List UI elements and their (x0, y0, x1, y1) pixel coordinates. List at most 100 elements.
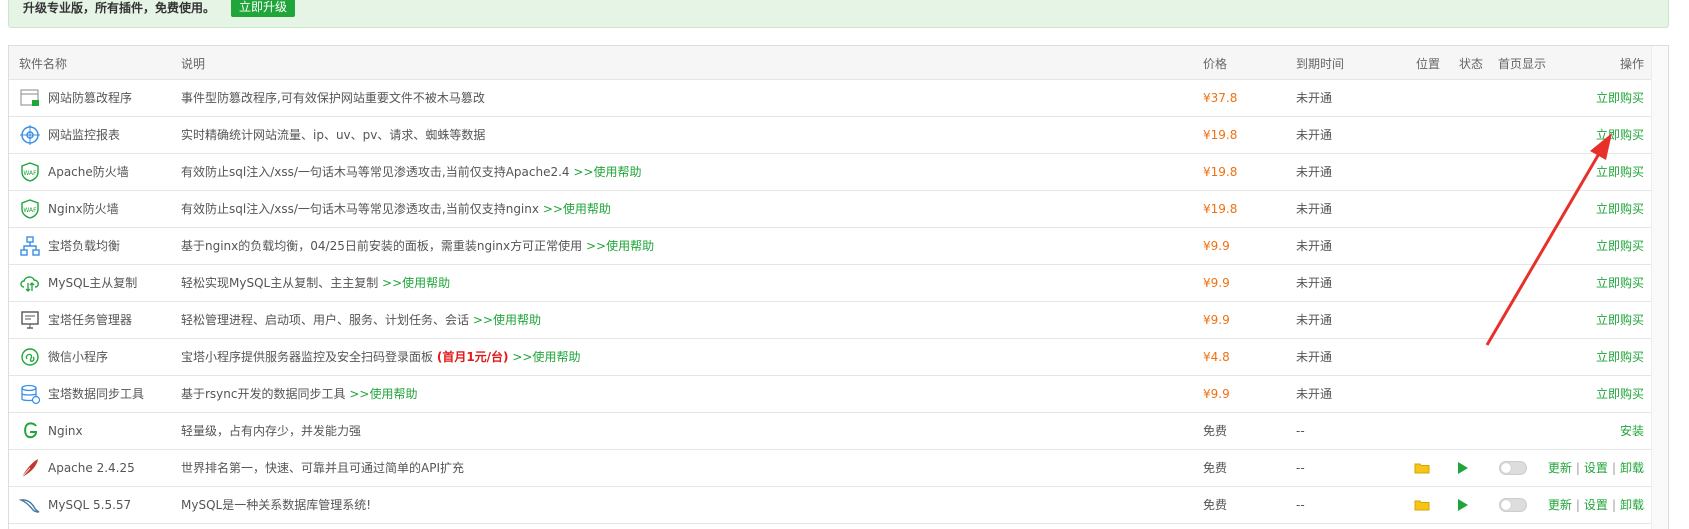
table-row: WAF Nginx防火墙 有效防止sql注入/xss/一句话木马等常见渗透攻击,… (9, 191, 1652, 228)
header-position: 位置 (1416, 57, 1441, 71)
table-row: MySQL主从复制 轻松实现MySQL主从复制、主主复制 >>使用帮助 ¥9.9… (9, 265, 1652, 302)
banner-text: 升级专业版，所有插件，免费使用。 (23, 1, 216, 15)
svg-text:WAF: WAF (23, 170, 37, 177)
software-price: 免费 (1203, 424, 1228, 438)
vertical-scrollbar[interactable] (1651, 46, 1668, 529)
help-link[interactable]: >>使用帮助 (512, 350, 580, 364)
software-name: Nginx (48, 424, 83, 438)
upgrade-banner: 升级专业版，所有插件，免费使用。 立即升级 (8, 0, 1669, 28)
software-expire: 未开通 (1296, 387, 1333, 401)
software-expire: -- (1296, 461, 1305, 475)
upgrade-now-button[interactable]: 立即升级 (231, 0, 296, 17)
software-expire: -- (1296, 424, 1305, 438)
software-name: 网站防篡改程序 (48, 91, 133, 105)
software-name: 宝塔数据同步工具 (48, 387, 145, 401)
software-expire: 未开通 (1296, 313, 1333, 327)
buy-now-link[interactable]: 立即购买 (1596, 376, 1644, 412)
table-row: 网站监控报表 实时精确统计网站流量、ip、uv、pv、请求、蜘蛛等数据 ¥19.… (9, 117, 1652, 154)
home-display-toggle[interactable] (1499, 498, 1527, 512)
buy-now-link[interactable]: 立即购买 (1596, 339, 1644, 375)
settings-link[interactable]: 设置 (1584, 498, 1608, 512)
software-desc: 轻量级，占有内存少，并发能力强 (181, 424, 362, 438)
folder-icon[interactable] (1414, 497, 1430, 513)
software-price: ¥9.9 (1203, 313, 1230, 327)
software-name: 网站监控报表 (48, 128, 121, 142)
buy-now-link[interactable]: 立即购买 (1596, 80, 1644, 116)
mini-program-icon (19, 346, 41, 368)
software-desc: 有效防止sql注入/xss/一句话木马等常见渗透攻击,当前仅支持Apache2.… (181, 165, 570, 179)
table-row: 微信小程序 宝塔小程序提供服务器监控及安全扫码登录面板 (首月1元/台) >>使… (9, 339, 1652, 376)
table-row: 宝塔任务管理器 轻松管理进程、启动项、用户、服务、计划任务、会话 >>使用帮助 … (9, 302, 1652, 339)
svg-text:WAF: WAF (23, 207, 37, 214)
help-link[interactable]: >>使用帮助 (382, 276, 450, 290)
buy-now-link[interactable]: 立即购买 (1596, 302, 1644, 338)
uninstall-link[interactable]: 卸载 (1620, 498, 1644, 512)
mysql-sync-icon (19, 272, 41, 294)
software-desc: 轻松管理进程、启动项、用户、服务、计划任务、会话 (181, 313, 470, 327)
home-display-toggle[interactable] (1499, 461, 1527, 475)
mysql-dolphin-icon (19, 494, 41, 516)
header-name: 软件名称 (19, 57, 68, 71)
software-expire: 未开通 (1296, 165, 1333, 179)
software-desc: MySQL是一种关系数据库管理系统! (181, 498, 372, 512)
software-desc: 基于nginx的负载均衡，04/25日前安装的面板，需重装nginx方可正常使用 (181, 239, 583, 253)
update-link[interactable]: 更新 (1548, 498, 1572, 512)
software-name: 宝塔负载均衡 (48, 239, 121, 253)
table-row: Nginx 轻量级，占有内存少，并发能力强 免费 -- 安装 (9, 413, 1652, 450)
buy-now-link[interactable]: 立即购买 (1596, 228, 1644, 264)
update-link[interactable]: 更新 (1548, 461, 1572, 475)
waf-shield-icon: WAF (19, 198, 41, 220)
header-price: 价格 (1203, 57, 1228, 71)
software-desc: 实时精确统计网站流量、ip、uv、pv、请求、蜘蛛等数据 (181, 128, 486, 142)
table-row: MySQL 5.5.57 MySQL是一种关系数据库管理系统! 免费 -- 更新… (9, 487, 1652, 524)
apache-feather-icon (19, 457, 41, 479)
software-price: ¥9.9 (1203, 387, 1230, 401)
monitor-report-icon (19, 124, 41, 146)
waf-shield-icon: WAF (19, 161, 41, 183)
table-row: WAF Apache防火墙 有效防止sql注入/xss/一句话木马等常见渗透攻击… (9, 154, 1652, 191)
software-desc: 轻松实现MySQL主从复制、主主复制 (181, 276, 379, 290)
folder-icon[interactable] (1414, 460, 1430, 476)
header-status: 状态 (1459, 57, 1484, 71)
promo-text: (首月1元/台) (436, 350, 509, 364)
load-balance-icon (19, 235, 41, 257)
help-link[interactable]: >>使用帮助 (473, 313, 541, 327)
uninstall-link[interactable]: 卸载 (1620, 461, 1644, 475)
header-desc: 说明 (181, 57, 206, 71)
help-link[interactable]: >>使用帮助 (586, 239, 654, 253)
buy-now-link[interactable]: 立即购买 (1596, 191, 1644, 227)
help-link[interactable]: >>使用帮助 (573, 165, 641, 179)
software-name: 宝塔任务管理器 (48, 313, 133, 327)
software-expire: 未开通 (1296, 91, 1333, 105)
help-link[interactable]: >>使用帮助 (349, 387, 417, 401)
buy-now-link[interactable]: 立即购买 (1596, 154, 1644, 190)
software-price: 免费 (1203, 498, 1228, 512)
software-name: Nginx防火墙 (48, 202, 119, 216)
software-expire: 未开通 (1296, 276, 1333, 290)
software-expire: 未开通 (1296, 202, 1333, 216)
software-desc: 事件型防篡改程序,可有效保护网站重要文件不被木马篡改 (181, 91, 485, 105)
software-name: MySQL主从复制 (48, 276, 138, 290)
software-price: ¥19.8 (1203, 202, 1238, 216)
task-manager-icon (19, 309, 41, 331)
table-row: Apache 2.4.25 世界排名第一，快速、可靠并且可通过简单的API扩充 … (9, 450, 1652, 487)
buy-now-link[interactable]: 立即购买 (1596, 265, 1644, 301)
help-link[interactable]: >>使用帮助 (543, 202, 611, 216)
settings-link[interactable]: 设置 (1584, 461, 1608, 475)
software-price: ¥9.9 (1203, 276, 1230, 290)
buy-now-link[interactable]: 立即购买 (1596, 117, 1644, 153)
play-icon[interactable] (1456, 460, 1470, 476)
software-desc: 基于rsync开发的数据同步工具 (181, 387, 346, 401)
software-expire: 未开通 (1296, 350, 1333, 364)
software-expire: 未开通 (1296, 128, 1333, 142)
software-table: 软件名称 说明 价格 到期时间 位置 状态 首页显示 操作 网站防篡改程序 事件… (8, 45, 1669, 529)
software-price: ¥19.8 (1203, 165, 1238, 179)
header-home: 首页显示 (1498, 57, 1547, 71)
software-expire: 未开通 (1296, 239, 1333, 253)
table-row: 宝塔负载均衡 基于nginx的负载均衡，04/25日前安装的面板，需重装ngin… (9, 228, 1652, 265)
install-link[interactable]: 安装 (1620, 413, 1644, 449)
play-icon[interactable] (1456, 497, 1470, 513)
software-name: 微信小程序 (48, 350, 109, 364)
table-row: 宝塔数据同步工具 基于rsync开发的数据同步工具 >>使用帮助 ¥9.9 未开… (9, 376, 1652, 413)
tamper-proof-icon (19, 87, 41, 109)
